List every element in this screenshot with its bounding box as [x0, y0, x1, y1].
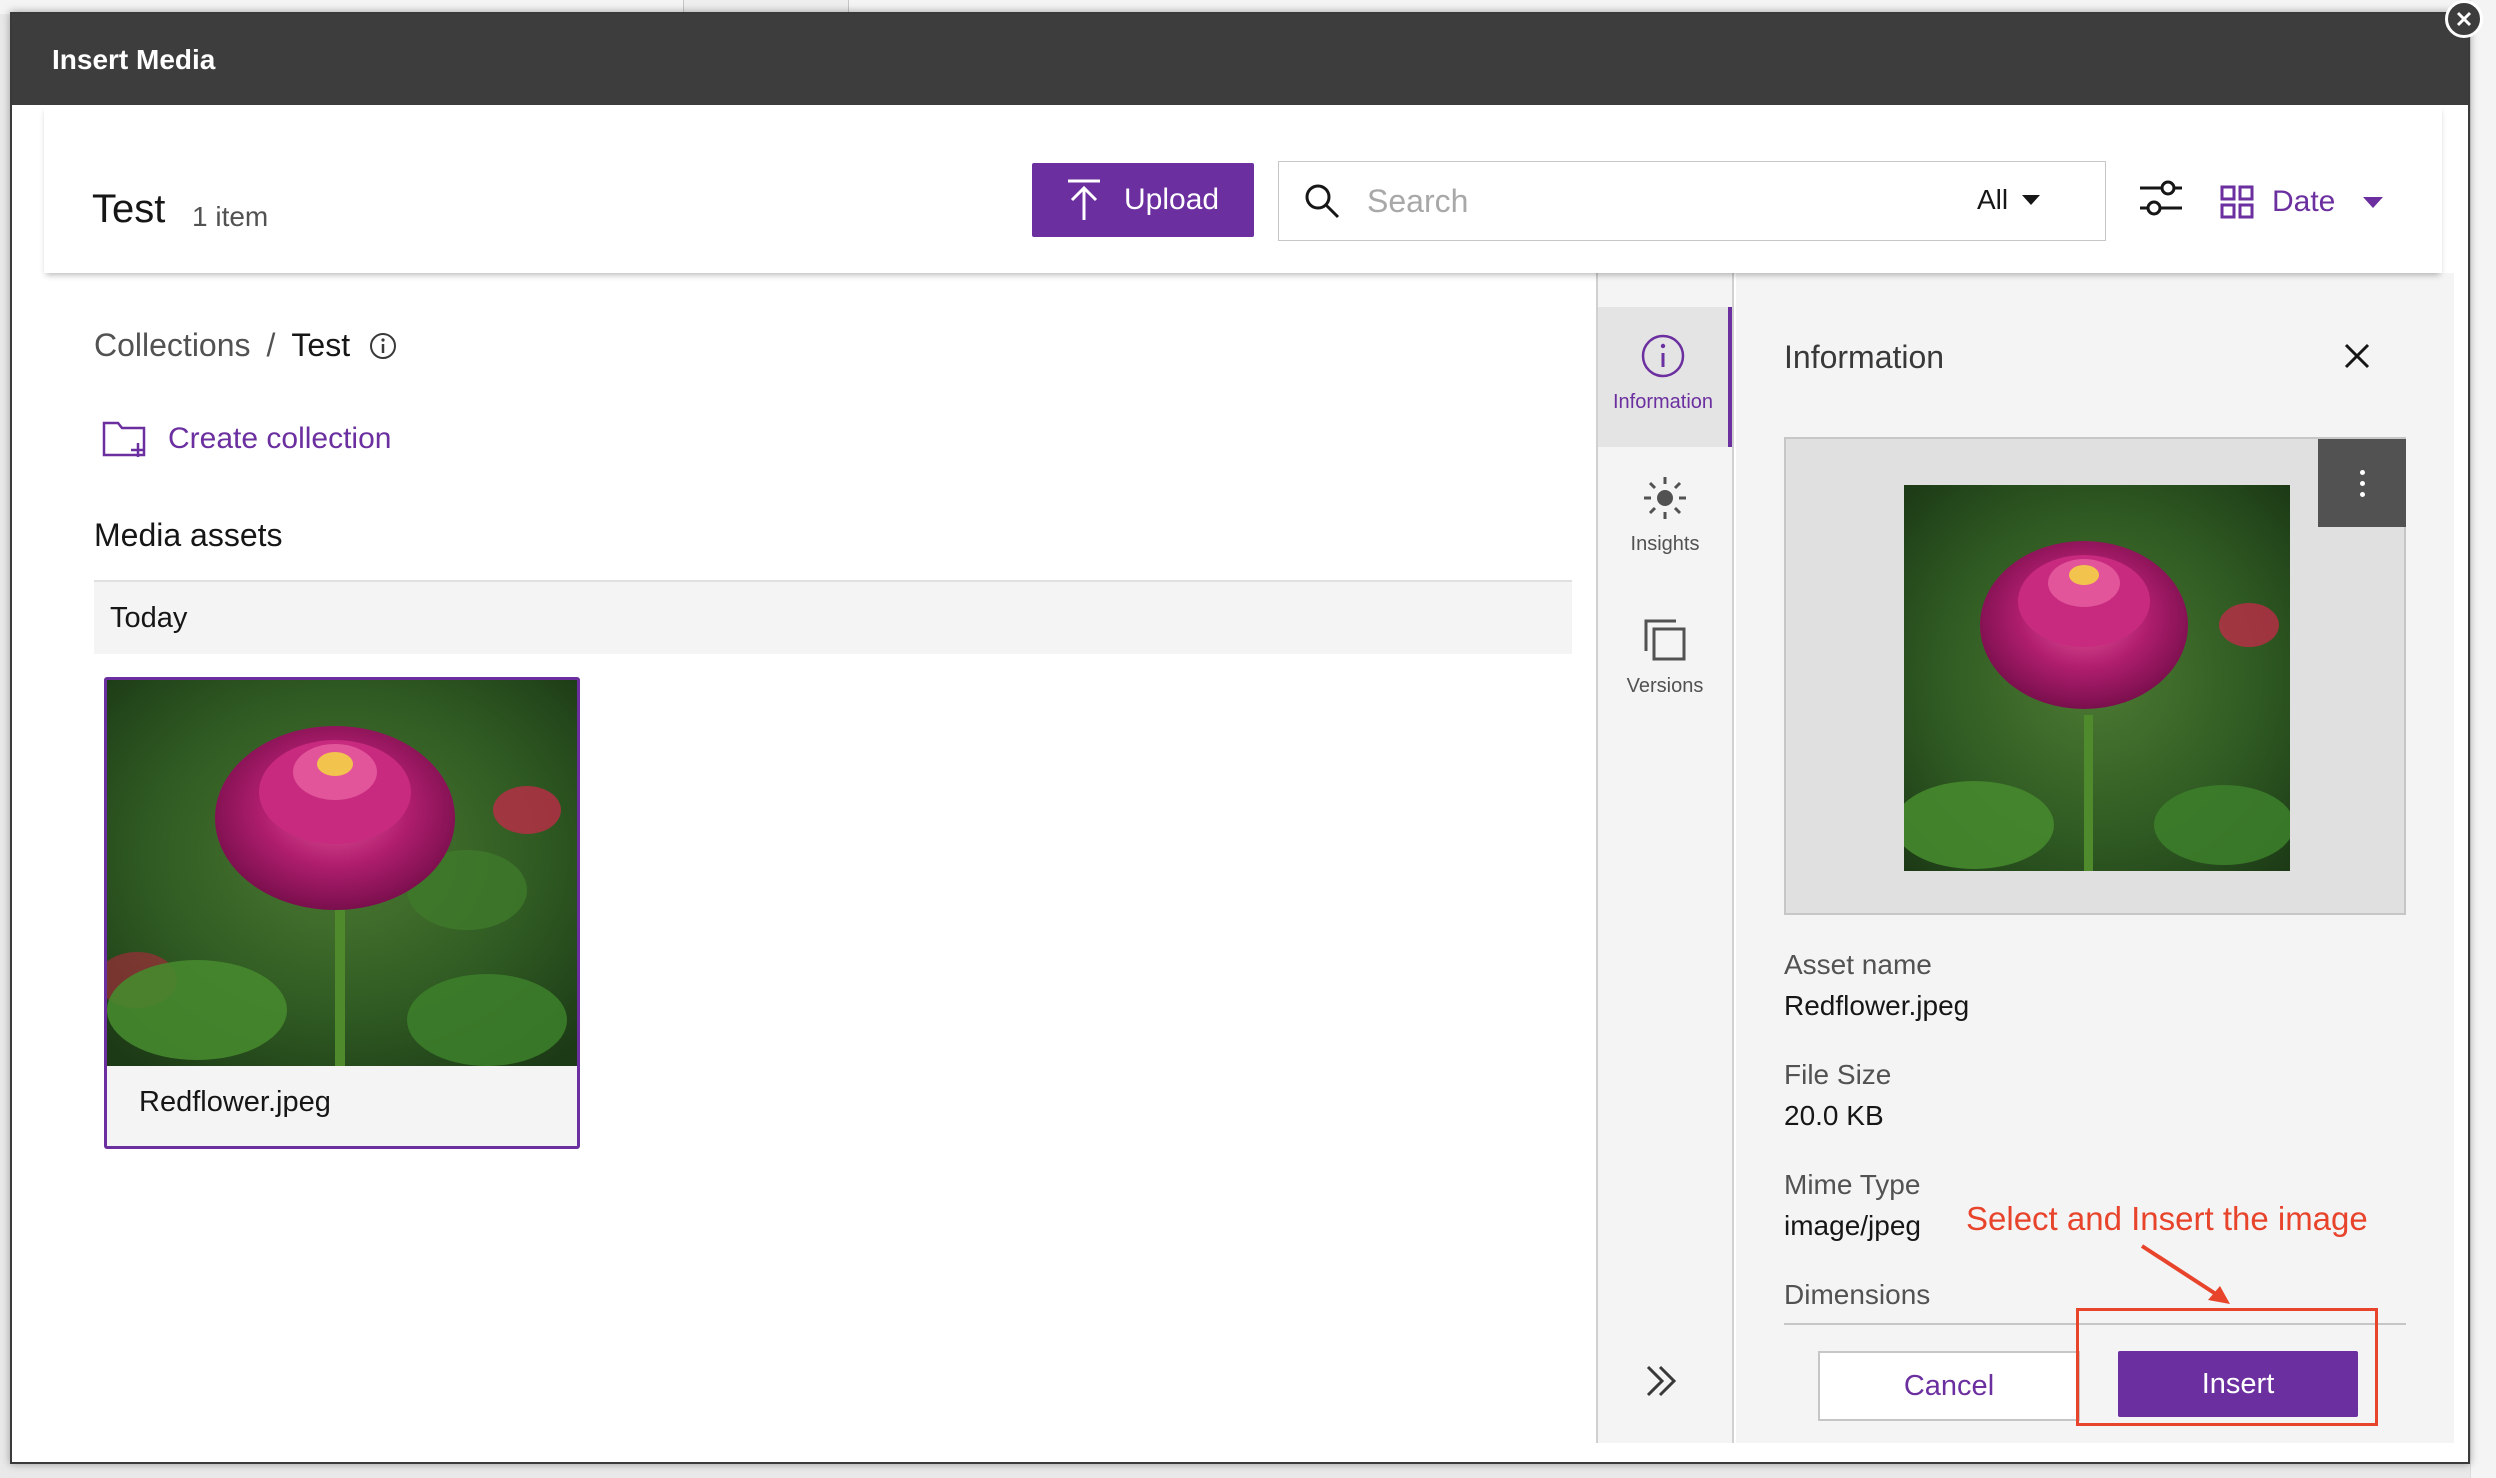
- information-panel: Information Asset name Redflower.jpeg Fi…: [1736, 273, 2454, 1443]
- double-chevron-right-icon[interactable]: [1642, 1361, 1682, 1401]
- sort-label: Date: [2272, 185, 2336, 218]
- dimensions-label: Dimensions: [1784, 1279, 1931, 1310]
- breadcrumb-current: Test: [291, 327, 351, 363]
- search-scope-dropdown[interactable]: All: [1977, 184, 2041, 216]
- dialog-close-button[interactable]: [2445, 0, 2483, 38]
- rail-tab-insights[interactable]: Insights: [1598, 449, 1732, 589]
- toolbar: Test 1 item Upload All: [44, 105, 2442, 273]
- side-rail: Information Insights Versions: [1596, 273, 1734, 1443]
- search-icon: [1305, 184, 1340, 219]
- search-scope-value: All: [1977, 184, 2009, 215]
- search-input[interactable]: [1367, 180, 1927, 222]
- mime-type-label: Mime Type: [1784, 1169, 1921, 1200]
- upload-label: Upload: [1124, 183, 1220, 216]
- create-collection-link[interactable]: Create collection: [102, 419, 391, 459]
- upload-button[interactable]: Upload: [1032, 163, 1254, 237]
- rail-tab-label: Information: [1612, 391, 1714, 413]
- rail-tab-label: Insights: [1630, 533, 1700, 555]
- file-size-value: 20.0 KB: [1784, 1100, 1884, 1131]
- background-page-edge: [2470, 0, 2496, 1478]
- asset-name: Redflower.jpeg: [139, 1086, 331, 1118]
- asset-name-label: Asset name: [1784, 949, 1932, 980]
- copy-icon: [1644, 619, 1686, 661]
- folder-add-icon: [102, 421, 146, 457]
- info-icon[interactable]: [368, 331, 398, 361]
- dialog-title: Insert Media: [52, 44, 216, 75]
- grid-view-icon: [2220, 185, 2254, 219]
- create-collection-label: Create collection: [168, 422, 392, 455]
- dialog-header: Insert Media: [12, 14, 2468, 105]
- mime-type-value: image/jpeg: [1784, 1210, 1921, 1241]
- collection-title: Test: [92, 187, 166, 231]
- sun-icon: [1644, 477, 1686, 519]
- rail-tab-information[interactable]: Information: [1598, 307, 1732, 447]
- caret-down-icon: [2022, 195, 2041, 205]
- upload-icon: [1068, 179, 1100, 220]
- flower-thumbnail: [107, 680, 577, 1066]
- flower-preview-image: [1904, 485, 2290, 871]
- sort-dropdown[interactable]: Date: [2220, 185, 2384, 219]
- date-group-label: Today: [110, 602, 188, 634]
- breadcrumb: Collections / Test: [94, 327, 398, 364]
- cancel-button[interactable]: Cancel: [1818, 1351, 2080, 1421]
- annotation-highlight-box: [2076, 1308, 2378, 1426]
- caret-down-icon: [2363, 196, 2384, 208]
- close-icon: [2456, 11, 2472, 27]
- close-icon[interactable]: [2342, 341, 2372, 371]
- media-assets-heading: Media assets: [94, 517, 283, 553]
- item-count: 1 item: [192, 201, 269, 232]
- file-size-label: File Size: [1784, 1059, 1892, 1090]
- rail-tab-versions[interactable]: Versions: [1598, 591, 1732, 731]
- filter-sliders-icon[interactable]: [2138, 177, 2184, 219]
- date-group-header: Today: [94, 582, 1572, 654]
- rail-tab-label: Versions: [1626, 675, 1704, 697]
- asset-name-value: Redflower.jpeg: [1784, 990, 1970, 1021]
- main-content: Collections / Test Create collection Med…: [44, 273, 1594, 1443]
- overflow-menu-button[interactable]: [2318, 439, 2406, 527]
- info-icon: [1641, 334, 1685, 378]
- insert-media-dialog: Insert Media Test 1 item Upload All: [10, 12, 2470, 1464]
- asset-preview: [1784, 437, 2406, 915]
- panel-title: Information: [1784, 339, 1945, 375]
- asset-card[interactable]: Redflower.jpeg: [104, 677, 580, 1149]
- breadcrumb-separator: /: [266, 327, 276, 363]
- search-box: All: [1278, 161, 2106, 241]
- annotation-arrow-icon: [2140, 1244, 2230, 1304]
- annotation-text: Select and Insert the image: [1966, 1200, 2368, 1237]
- breadcrumb-collections-link[interactable]: Collections: [94, 327, 251, 364]
